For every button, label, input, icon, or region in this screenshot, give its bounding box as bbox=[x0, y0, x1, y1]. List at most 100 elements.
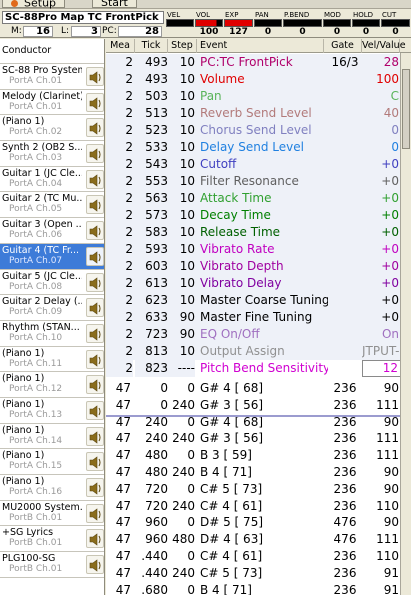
scrollbar-thumb[interactable] bbox=[402, 69, 410, 149]
note-event-row[interactable]: 47 960 0 D# 5 [ 75] 476 90 bbox=[106, 514, 411, 532]
start-menu-tab[interactable]: Start bbox=[92, 0, 137, 8]
speaker-icon[interactable] bbox=[86, 400, 104, 420]
track-row[interactable]: +SG Lyrics PortB Ch.01 bbox=[0, 526, 104, 553]
control-event-row[interactable]: 2 623 10 Master Coarse Tuning +0 bbox=[106, 292, 411, 309]
event-value: 91 bbox=[383, 582, 399, 595]
event-gate: 236 bbox=[333, 465, 357, 479]
speaker-icon[interactable] bbox=[86, 144, 104, 164]
note-event-row[interactable]: 47 720 240 C# 4 [ 61] 236 110 bbox=[106, 497, 411, 515]
track-row[interactable]: (Piano 1) PortA Ch.12 bbox=[0, 372, 104, 398]
speaker-icon[interactable] bbox=[86, 503, 104, 523]
control-event-row[interactable]: 2 633 90 Master Fine Tuning +0 bbox=[106, 309, 411, 326]
track-name: Conductor bbox=[2, 45, 52, 56]
event-gate bbox=[328, 360, 362, 377]
control-event-row[interactable]: 2 603 10 Vibrato Depth +0 bbox=[106, 258, 411, 275]
control-event-row[interactable]: 2 583 10 Release Time +0 bbox=[106, 224, 411, 241]
control-event-row[interactable]: 2 613 10 Vibrato Delay +0 bbox=[106, 275, 411, 292]
note-event-row[interactable]: 47 .440 240 C# 5 [ 73] 236 91 bbox=[106, 564, 411, 582]
speaker-icon[interactable] bbox=[86, 478, 104, 497]
track-row[interactable]: Guitar 2 Delay (... PortA Ch.09 bbox=[0, 295, 104, 321]
meter-value: 127 bbox=[229, 27, 248, 37]
track-row[interactable]: Guitar 1 (JC Cle... PortA Ch.04 bbox=[0, 166, 104, 193]
control-event-row[interactable]: 2 513 10 Reverb Send Level 40 bbox=[106, 105, 411, 122]
track-conductor[interactable]: Conductor bbox=[0, 39, 104, 64]
speaker-icon[interactable] bbox=[86, 169, 104, 189]
track-row[interactable]: MU2000 System... PortB Ch.01 bbox=[0, 500, 104, 527]
track-row[interactable]: Guitar 2 (TC Mu... PortA Ch.05 bbox=[0, 192, 104, 219]
event-value: 91 bbox=[383, 565, 399, 580]
col-value[interactable]: Vel/Value bbox=[362, 39, 406, 53]
control-event-row[interactable]: 2 563 10 Attack Time +0 bbox=[106, 190, 411, 207]
track-row[interactable]: Synth 2 (OB2 S... PortA Ch.03 bbox=[0, 141, 104, 167]
control-event-row[interactable]: 2 723 90 EQ On/Off On bbox=[106, 326, 411, 343]
control-event-row[interactable]: 281310 Output Assign JTPUT-2L bbox=[106, 343, 411, 360]
track-row[interactable]: (Piano 1) PortA Ch.13 bbox=[0, 397, 104, 424]
meter-value: 0 bbox=[362, 27, 370, 37]
speaker-icon[interactable] bbox=[86, 298, 104, 318]
speaker-icon[interactable] bbox=[86, 349, 104, 369]
col-tick[interactable]: Tick bbox=[135, 39, 168, 53]
speaker-icon[interactable] bbox=[86, 92, 104, 112]
speaker-icon[interactable] bbox=[86, 529, 104, 549]
col-event[interactable]: Event bbox=[197, 39, 324, 53]
speaker-icon[interactable] bbox=[86, 272, 104, 292]
setup-menu-tab[interactable]: Setup bbox=[2, 0, 66, 9]
event-value: 111 bbox=[376, 448, 399, 463]
event-value: +0 bbox=[381, 157, 399, 171]
note-event-row[interactable]: 47 480 0 B 3 [ 59] 236 111 bbox=[106, 447, 411, 465]
note-event-row[interactable]: 47 960 480 D# 4 [ 63] 476 111 bbox=[106, 531, 411, 549]
track-row[interactable]: Guitar 5 (JC Cle... PortA Ch.08 bbox=[0, 269, 104, 296]
track-row[interactable]: (Piano 1) PortA Ch.15 bbox=[0, 449, 104, 475]
vertical-scrollbar[interactable] bbox=[400, 53, 411, 595]
speaker-icon[interactable] bbox=[86, 246, 104, 266]
control-event-row[interactable]: 2 553 10 Filter Resonance +0 bbox=[106, 173, 411, 190]
track-row[interactable]: Melody (Clarinet) PortA Ch.01 bbox=[0, 89, 104, 116]
event-event: Release Time bbox=[200, 225, 281, 239]
control-event-row[interactable]: 2 523 10 Chorus Send Level 0 bbox=[106, 122, 411, 139]
note-event-row[interactable]: 47 480 240 B 4 [ 71] 236 90 bbox=[106, 464, 411, 481]
control-event-row[interactable]: 2 533 10 Delay Send Level 0 bbox=[106, 139, 411, 156]
speaker-icon[interactable] bbox=[86, 555, 104, 575]
speaker-icon[interactable] bbox=[86, 323, 104, 343]
meter-bar bbox=[166, 19, 194, 27]
event-event: Volume bbox=[200, 72, 245, 86]
event-tick: 513 bbox=[135, 105, 168, 122]
speaker-icon[interactable] bbox=[86, 67, 104, 86]
col-mea[interactable]: Mea bbox=[106, 39, 135, 53]
track-row[interactable]: (Piano 1) PortA Ch.14 bbox=[0, 423, 104, 450]
note-event-row[interactable]: 47 .440 0 C# 4 [ 61] 236 110 bbox=[106, 548, 411, 565]
control-event-row[interactable]: 2 493 10 PC:TC FrontPick 16/3 28 bbox=[106, 54, 411, 71]
track-row[interactable]: Rhythm (STAN... PortA Ch.10 bbox=[0, 320, 104, 347]
control-event-row[interactable]: 2 593 10 Vibrato Rate +0 bbox=[106, 241, 411, 258]
speaker-icon[interactable] bbox=[86, 221, 104, 241]
event-value: 90 bbox=[383, 381, 399, 395]
speaker-icon[interactable] bbox=[86, 195, 104, 215]
note-event-row[interactable]: 47 .680 0 B 4 [ 71] 236 91 bbox=[106, 581, 411, 595]
speaker-icon[interactable] bbox=[86, 375, 104, 395]
note-event-row[interactable]: 47 240 240 G# 3 [ 56] 236 111 bbox=[106, 430, 411, 448]
col-step[interactable]: Step bbox=[168, 39, 197, 53]
event-step: 10 bbox=[168, 275, 195, 292]
track-row[interactable]: (Piano 1) PortA Ch.11 bbox=[0, 346, 104, 373]
speaker-icon[interactable] bbox=[86, 426, 104, 446]
control-event-row[interactable]: 2 543 10 Cutoff +0 bbox=[106, 156, 411, 173]
event-step: 0 bbox=[187, 448, 195, 463]
note-event-row[interactable]: 47 720 0 C# 5 [ 73] 236 90 bbox=[106, 480, 411, 498]
meter-bar bbox=[254, 19, 282, 27]
event-tick: 823 bbox=[135, 360, 168, 377]
note-event-row[interactable]: 47 0 240 G# 3 [ 56] 236 111 bbox=[106, 396, 411, 414]
control-event-row[interactable]: 2 493 10 Volume 100 bbox=[106, 71, 411, 88]
note-event-row[interactable]: 47 0 0 G# 4 [ 68] 236 90 bbox=[106, 380, 411, 397]
track-row[interactable]: Guitar 4 (TC Fr... PortA Ch.07 bbox=[0, 243, 104, 270]
track-row[interactable]: (Piano 1) PortA Ch.02 bbox=[0, 115, 104, 142]
speaker-icon[interactable] bbox=[86, 118, 104, 138]
control-event-row[interactable]: 2 573 10 Decay Time +0 bbox=[106, 207, 411, 224]
control-event-row[interactable]: 2 823 ---- Pitch Bend Sensitivity 12 bbox=[106, 360, 411, 377]
track-row[interactable]: PLG100-SG PortB Ch.01 bbox=[0, 552, 104, 578]
col-gate[interactable]: Gate bbox=[324, 39, 362, 53]
speaker-icon[interactable] bbox=[86, 452, 104, 472]
control-event-row[interactable]: 2 503 10 Pan C bbox=[106, 88, 411, 105]
track-row[interactable]: SC-88 Pro System PortA Ch.01 bbox=[0, 64, 104, 90]
track-row[interactable]: Guitar 3 (Open ... PortA Ch.06 bbox=[0, 218, 104, 244]
track-row[interactable]: (Piano 1) PortA Ch.16 bbox=[0, 475, 104, 501]
